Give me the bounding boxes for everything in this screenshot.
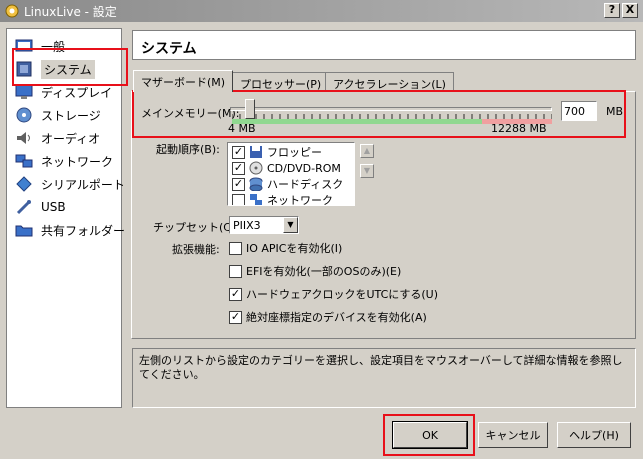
chipset-label: チップセット(C): — [153, 221, 239, 234]
sidebar-item-label: 共有フォルダー — [41, 223, 126, 238]
sidebar-item-label: USB — [41, 200, 66, 214]
efi-option[interactable]: EFIを有効化(一部のOSのみ)(E) — [229, 263, 401, 279]
hard-disk-icon — [249, 177, 263, 191]
tab-processor[interactable]: プロセッサー(P) — [232, 72, 330, 92]
floppy-icon — [250, 146, 262, 158]
efi-label: EFIを有効化(一部のOSのみ)(E) — [246, 265, 402, 278]
utc-clock-option[interactable]: ✓ ハードウェアクロックをUTCにする(U) — [229, 286, 438, 302]
serial-port-icon — [16, 176, 32, 192]
boot-item-label: CD/DVD-ROM — [267, 161, 341, 175]
list-item[interactable]: ✓ CD/DVD-ROM — [232, 160, 341, 176]
usb-icon — [16, 200, 31, 215]
ok-button[interactable]: OK — [392, 421, 468, 449]
io-apic-option[interactable]: IO APICを有効化(I) — [229, 240, 342, 256]
sidebar-item-label: ネットワーク — [41, 154, 114, 169]
boot-cdrom-checkbox[interactable]: ✓ — [232, 161, 245, 175]
boot-order-label: 起動順序(B): — [156, 143, 220, 156]
utc-clock-checkbox[interactable]: ✓ — [229, 287, 242, 301]
boot-item-label: ハードディスク — [267, 178, 344, 191]
memory-max-label: 12288 MB — [491, 122, 547, 135]
tab-acceleration[interactable]: アクセラレーション(L) — [325, 72, 454, 92]
close-title-button[interactable]: X — [622, 3, 638, 18]
sidebar-item-storage[interactable]: ストレージ — [11, 104, 119, 126]
chevron-down-icon[interactable]: ▼ — [283, 217, 298, 233]
cancel-button[interactable]: キャンセル — [478, 422, 548, 448]
help-button[interactable]: ヘルプ(H) — [557, 422, 631, 448]
sidebar-item-label: システム — [41, 59, 95, 79]
absolute-pointing-option[interactable]: ✓ 絶対座標指定のデバイスを有効化(A) — [229, 309, 427, 325]
chipset-select[interactable]: PIIX3 ▼ — [229, 216, 299, 234]
boot-hdd-checkbox[interactable]: ✓ — [232, 177, 245, 191]
sidebar-item-audio[interactable]: オーディオ — [11, 127, 119, 149]
list-item[interactable]: ✓ ハードディスク — [232, 176, 343, 192]
settings-gear-icon — [5, 4, 19, 18]
sidebar-item-system[interactable]: システム — [11, 58, 119, 80]
memory-min-label: 4 MB — [228, 122, 256, 135]
boot-network-checkbox[interactable] — [232, 193, 245, 205]
network-icon — [250, 194, 262, 205]
sidebar-item-display[interactable]: ディスプレイ — [11, 81, 119, 103]
sidebar-item-label: 一般 — [41, 39, 66, 54]
help-title-button[interactable]: ? — [604, 3, 620, 18]
cd-dvd-icon — [249, 161, 263, 175]
memory-unit-label: MB — [606, 105, 624, 118]
sidebar-item-label: ディスプレイ — [41, 85, 113, 100]
network-icon — [15, 154, 33, 168]
absolute-pointing-checkbox[interactable]: ✓ — [229, 310, 242, 324]
category-list[interactable]: 一般 システム ディスプレイ ストレージ オーディオ ネットワーク シリアルポー… — [6, 28, 125, 408]
sidebar-item-serial-port[interactable]: シリアルポート — [11, 173, 125, 195]
display-icon — [15, 84, 33, 99]
boot-item-label: ネットワーク — [267, 194, 333, 206]
list-item[interactable]: ✓ フロッピー — [232, 144, 322, 160]
chipset-value: PIIX3 — [233, 219, 261, 232]
sidebar-item-label: ストレージ — [41, 108, 101, 123]
settings-window: LinuxLive - 設定 ? X 一般 システム ディスプレイ ストレージ … — [0, 0, 643, 459]
memory-label: メインメモリー(M): — [141, 107, 240, 120]
sidebar-item-general[interactable]: 一般 — [11, 35, 119, 57]
system-icon — [16, 61, 32, 77]
absolute-pointing-label: 絶対座標指定のデバイスを有効化(A) — [246, 311, 427, 324]
window-title: LinuxLive - 設定 — [24, 4, 117, 19]
tab-motherboard[interactable]: マザーボード(M) — [133, 70, 234, 92]
memory-slider-safe-zone — [232, 119, 482, 124]
io-apic-checkbox[interactable] — [229, 241, 242, 255]
sidebar-item-label: オーディオ — [41, 131, 101, 146]
memory-input[interactable]: 700 — [561, 101, 597, 121]
efi-checkbox[interactable] — [229, 264, 242, 278]
title-bar[interactable]: LinuxLive - 設定 ? X — [0, 0, 643, 22]
boot-move-up-button[interactable]: ▲ — [360, 144, 374, 158]
sidebar-item-network[interactable]: ネットワーク — [11, 150, 119, 172]
io-apic-label: IO APICを有効化(I) — [246, 242, 343, 255]
boot-item-label: フロッピー — [267, 146, 322, 159]
memory-slider-handle[interactable] — [245, 99, 256, 119]
sidebar-item-usb[interactable]: USB — [11, 196, 119, 218]
memory-slider-track[interactable] — [230, 107, 552, 111]
audio-icon — [17, 132, 30, 144]
description-box: 左側のリストから設定のカテゴリーを選択し、設定項目をマウスオーバーして詳細な情報… — [132, 348, 636, 408]
boot-move-down-button[interactable]: ▼ — [360, 164, 374, 178]
boot-floppy-checkbox[interactable]: ✓ — [232, 145, 245, 159]
sidebar-item-label: シリアルポート — [41, 177, 125, 192]
storage-icon — [16, 107, 32, 123]
shared-folder-icon — [15, 225, 33, 237]
page-title: システム — [132, 30, 636, 60]
utc-clock-label: ハードウェアクロックをUTCにする(U) — [246, 288, 438, 301]
sidebar-item-shared-folder[interactable]: 共有フォルダー — [11, 219, 125, 241]
general-icon — [15, 39, 33, 52]
boot-order-list[interactable]: ✓ フロッピー ✓ CD/DVD-ROM ✓ ハードディスク ネットワーク — [227, 142, 355, 206]
extended-features-label: 拡張機能: — [172, 243, 220, 256]
list-item[interactable]: ネットワーク — [232, 192, 333, 206]
